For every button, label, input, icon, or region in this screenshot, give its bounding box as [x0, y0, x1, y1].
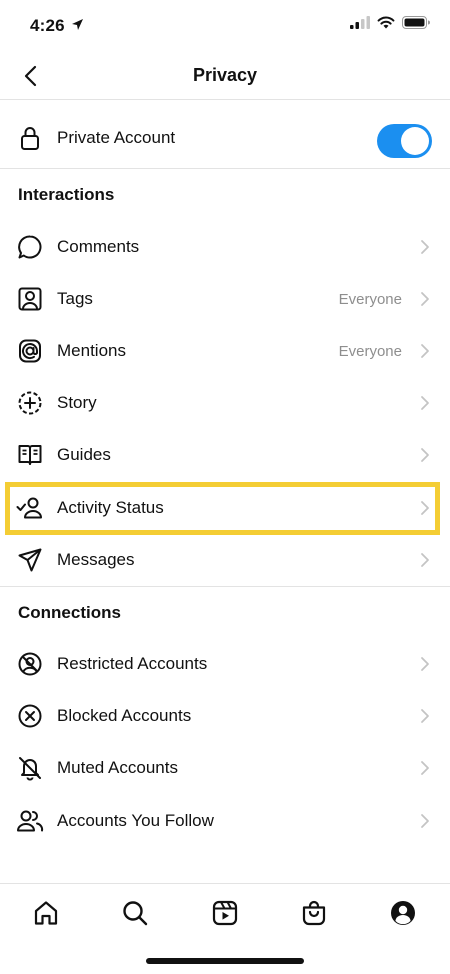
lock-icon — [16, 124, 44, 152]
settings-item-label: Messages — [57, 550, 135, 569]
section-header-connections: Connections — [18, 603, 121, 622]
settings-item-tags[interactable]: Tags Everyone — [0, 273, 450, 325]
chevron-right-icon — [421, 709, 429, 723]
chevron-right-icon — [421, 553, 429, 567]
navigation-bar: Privacy — [0, 52, 450, 100]
private-account-label: Private Account — [57, 128, 176, 147]
settings-item-story[interactable]: Story — [0, 377, 450, 429]
muted-bell-icon — [16, 754, 44, 782]
settings-item-label: Accounts You Follow — [57, 811, 214, 830]
cellular-signal-icon — [350, 16, 370, 29]
settings-item-label: Muted Accounts — [57, 758, 178, 777]
settings-item-accounts-you-follow[interactable]: Accounts You Follow — [0, 795, 450, 847]
chevron-right-icon — [421, 240, 429, 254]
settings-item-guides[interactable]: Guides — [0, 429, 450, 481]
profile-icon — [391, 901, 415, 925]
activity-status-icon — [16, 494, 44, 522]
tab-reels[interactable] — [209, 897, 241, 929]
location-arrow-icon — [72, 19, 83, 30]
settings-item-muted-accounts[interactable]: Muted Accounts — [0, 742, 450, 794]
status-bar: 4:26 — [0, 0, 450, 52]
settings-item-label: Story — [57, 393, 97, 412]
tab-shop[interactable] — [298, 897, 330, 929]
comment-icon — [16, 233, 44, 261]
wifi-icon — [377, 16, 395, 29]
settings-item-activity-status[interactable]: Activity Status — [0, 482, 450, 534]
settings-item-label: Restricted Accounts — [57, 654, 208, 673]
status-time: 4:26 — [30, 16, 65, 35]
restricted-icon — [16, 650, 44, 678]
shop-icon — [302, 900, 326, 926]
settings-item-messages[interactable]: Messages — [0, 534, 450, 586]
reels-icon — [212, 900, 238, 926]
settings-item-label: Mentions — [57, 341, 126, 360]
battery-icon — [402, 16, 430, 29]
paper-plane-icon — [16, 546, 44, 574]
tab-profile[interactable] — [387, 897, 419, 929]
tag-person-icon — [16, 285, 44, 313]
chevron-right-icon — [421, 292, 429, 306]
chevron-right-icon — [421, 344, 429, 358]
status-indicators — [350, 16, 430, 29]
section-header-interactions: Interactions — [18, 185, 115, 204]
search-icon — [123, 901, 148, 926]
settings-item-label: Blocked Accounts — [57, 706, 192, 725]
private-account-toggle[interactable] — [377, 124, 432, 158]
settings-item-label: Comments — [57, 237, 140, 256]
home-icon — [34, 901, 58, 925]
toggle-knob — [401, 127, 429, 155]
settings-item-restricted-accounts[interactable]: Restricted Accounts — [0, 638, 450, 690]
chevron-right-icon — [421, 657, 429, 671]
chevron-right-icon — [421, 396, 429, 410]
tab-home[interactable] — [30, 897, 62, 929]
settings-item-label: Guides — [57, 445, 111, 464]
page-title: Privacy — [192, 65, 258, 85]
at-sign-icon — [16, 337, 44, 365]
divider — [0, 586, 450, 587]
guide-book-icon — [16, 441, 44, 469]
divider — [0, 168, 450, 169]
chevron-right-icon — [421, 761, 429, 775]
settings-item-label: Tags — [57, 289, 93, 308]
chevron-right-icon — [421, 501, 429, 515]
settings-item-mentions[interactable]: Mentions Everyone — [0, 325, 450, 377]
settings-item-value: Everyone — [338, 290, 402, 308]
chevron-right-icon — [421, 448, 429, 462]
story-add-icon — [16, 389, 44, 417]
settings-item-blocked-accounts[interactable]: Blocked Accounts — [0, 690, 450, 742]
chevron-right-icon — [421, 814, 429, 828]
blocked-icon — [16, 702, 44, 730]
tab-search[interactable] — [119, 897, 151, 929]
settings-item-label: Activity Status — [57, 498, 164, 517]
following-users-icon — [16, 807, 44, 835]
settings-item-value: Everyone — [338, 342, 402, 360]
settings-item-comments[interactable]: Comments — [0, 221, 450, 273]
home-indicator — [146, 958, 304, 964]
